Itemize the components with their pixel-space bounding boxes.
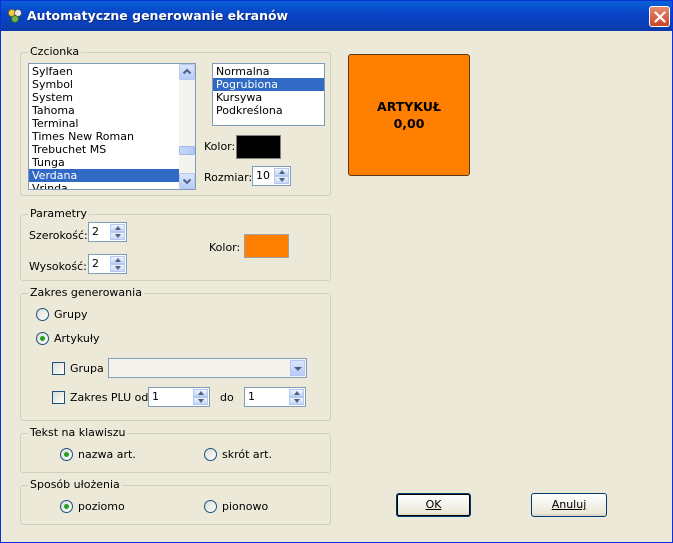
group-checkbox-label: Grupa	[70, 362, 104, 375]
text-color-swatch[interactable]	[236, 135, 281, 159]
font-size-up-button[interactable]	[274, 168, 289, 176]
width-label: Szerokość:	[29, 229, 88, 242]
preview-line-1: ARTYKUŁ	[377, 99, 441, 114]
font-style-list[interactable]: Normalna Pogrubiona Kursywa Podkreślona	[212, 63, 325, 126]
font-list-item[interactable]: Tunga	[29, 156, 195, 169]
bg-color-label: Kolor:	[209, 241, 241, 254]
ok-button[interactable]: OK	[396, 493, 471, 517]
plu-range-label: Zakres PLU od	[70, 391, 149, 404]
key-preview: ARTYKUŁ 0,00	[348, 54, 470, 176]
font-size-down-button[interactable]	[274, 176, 289, 184]
width-up-button[interactable]	[110, 224, 125, 232]
plu-from-down-button[interactable]	[193, 397, 208, 405]
plu-from-spin-buttons	[193, 389, 208, 405]
params-group-legend: Parametry	[28, 207, 89, 220]
font-list-item[interactable]: Terminal	[29, 117, 195, 130]
plu-to-up-button[interactable]	[289, 389, 304, 397]
vertical-radio-label: pionowo	[222, 500, 269, 513]
font-size-spinner[interactable]: 10	[252, 166, 291, 186]
preview-line-2: 0,00	[393, 116, 425, 131]
scroll-up-button[interactable]	[179, 64, 195, 80]
chevron-up-icon	[182, 68, 192, 75]
width-value: 2	[92, 225, 99, 238]
plu-to-spin-buttons	[289, 389, 304, 405]
scroll-thumb[interactable]	[179, 146, 195, 155]
plu-from-spinner[interactable]: 1	[148, 387, 210, 407]
font-size-label: Rozmiar:	[204, 171, 253, 184]
key-text-group-legend: Tekst na klawiszu	[28, 426, 128, 439]
plu-to-down-button[interactable]	[289, 397, 304, 405]
groups-radio-label: Grupy	[54, 308, 88, 321]
font-style-list-item[interactable]: Normalna	[213, 65, 324, 78]
text-color-label: Kolor:	[204, 140, 236, 153]
width-down-button[interactable]	[110, 232, 125, 240]
width-spin-buttons	[110, 224, 125, 240]
height-label: Wysokość:	[29, 260, 87, 273]
width-spinner[interactable]: 2	[88, 222, 127, 242]
font-list-item[interactable]: Vrinda	[29, 182, 195, 189]
font-style-list-items: Normalna Pogrubiona Kursywa Podkreślona	[213, 64, 324, 117]
cancel-button-label: Anuluj	[551, 498, 587, 511]
plu-from-up-button[interactable]	[193, 389, 208, 397]
font-list-scrollbar[interactable]	[179, 64, 195, 189]
name-radio[interactable]	[60, 448, 73, 461]
font-group-legend: Czcionka	[28, 45, 82, 58]
group-select-dropdown-button[interactable]	[290, 360, 305, 376]
font-style-list-item[interactable]: Podkreślona	[213, 104, 324, 117]
articles-radio[interactable]	[36, 332, 49, 345]
font-list-item[interactable]: Verdana	[29, 169, 195, 182]
range-group-legend: Zakres generowania	[28, 286, 144, 299]
groups-radio[interactable]	[36, 308, 49, 321]
plu-to-value: 1	[248, 390, 255, 403]
font-list-item[interactable]: System	[29, 91, 195, 104]
font-list-item[interactable]: Trebuchet MS	[29, 143, 195, 156]
ok-button-label: OK	[425, 498, 442, 511]
plu-from-value: 1	[152, 390, 159, 403]
height-down-button[interactable]	[110, 264, 125, 272]
plu-range-checkbox[interactable]	[52, 391, 65, 404]
font-list[interactable]: Sylfaen Symbol System Tahoma Terminal Times N…	[28, 63, 196, 190]
font-style-list-item[interactable]: Kursywa	[213, 91, 324, 104]
horizontal-radio-label: poziomo	[78, 500, 125, 513]
font-list-item[interactable]: Symbol	[29, 78, 195, 91]
short-name-radio-label: skrót art.	[222, 448, 272, 461]
articles-radio-label: Artykuły	[54, 332, 100, 345]
name-radio-label: nazwa art.	[78, 448, 136, 461]
horizontal-radio[interactable]	[60, 500, 73, 513]
font-list-item[interactable]: Tahoma	[29, 104, 195, 117]
height-spinner[interactable]: 2	[88, 254, 127, 274]
font-list-item[interactable]: Times New Roman	[29, 130, 195, 143]
close-button[interactable]	[649, 6, 670, 27]
layout-group-legend: Sposób ułożenia	[28, 478, 122, 491]
app-icon	[8, 9, 22, 23]
plu-to-label: do	[220, 391, 234, 404]
scroll-down-button[interactable]	[179, 173, 195, 189]
group-checkbox[interactable]	[52, 362, 65, 375]
height-spin-buttons	[110, 256, 125, 272]
window-title: Automatyczne generowanie ekranów	[27, 8, 289, 23]
height-up-button[interactable]	[110, 256, 125, 264]
font-size-value: 10	[256, 169, 270, 182]
cancel-button[interactable]: Anuluj	[531, 493, 607, 517]
vertical-radio[interactable]	[204, 500, 217, 513]
height-value: 2	[92, 257, 99, 270]
font-list-items: Sylfaen Symbol System Tahoma Terminal Times N…	[29, 64, 195, 189]
font-style-list-item[interactable]: Pogrubiona	[213, 78, 324, 91]
font-list-item[interactable]: Sylfaen	[29, 65, 195, 78]
short-name-radio[interactable]	[204, 448, 217, 461]
bg-color-swatch[interactable]	[244, 234, 289, 258]
plu-to-spinner[interactable]: 1	[244, 387, 306, 407]
close-icon	[654, 11, 666, 23]
chevron-down-icon	[182, 178, 192, 185]
title-bar[interactable]: Automatyczne generowanie ekranów	[1, 1, 672, 31]
dialog-window: Automatyczne generowanie ekranów Czcionk…	[0, 0, 673, 543]
font-size-spin-buttons	[274, 168, 289, 184]
group-select[interactable]	[108, 358, 307, 378]
